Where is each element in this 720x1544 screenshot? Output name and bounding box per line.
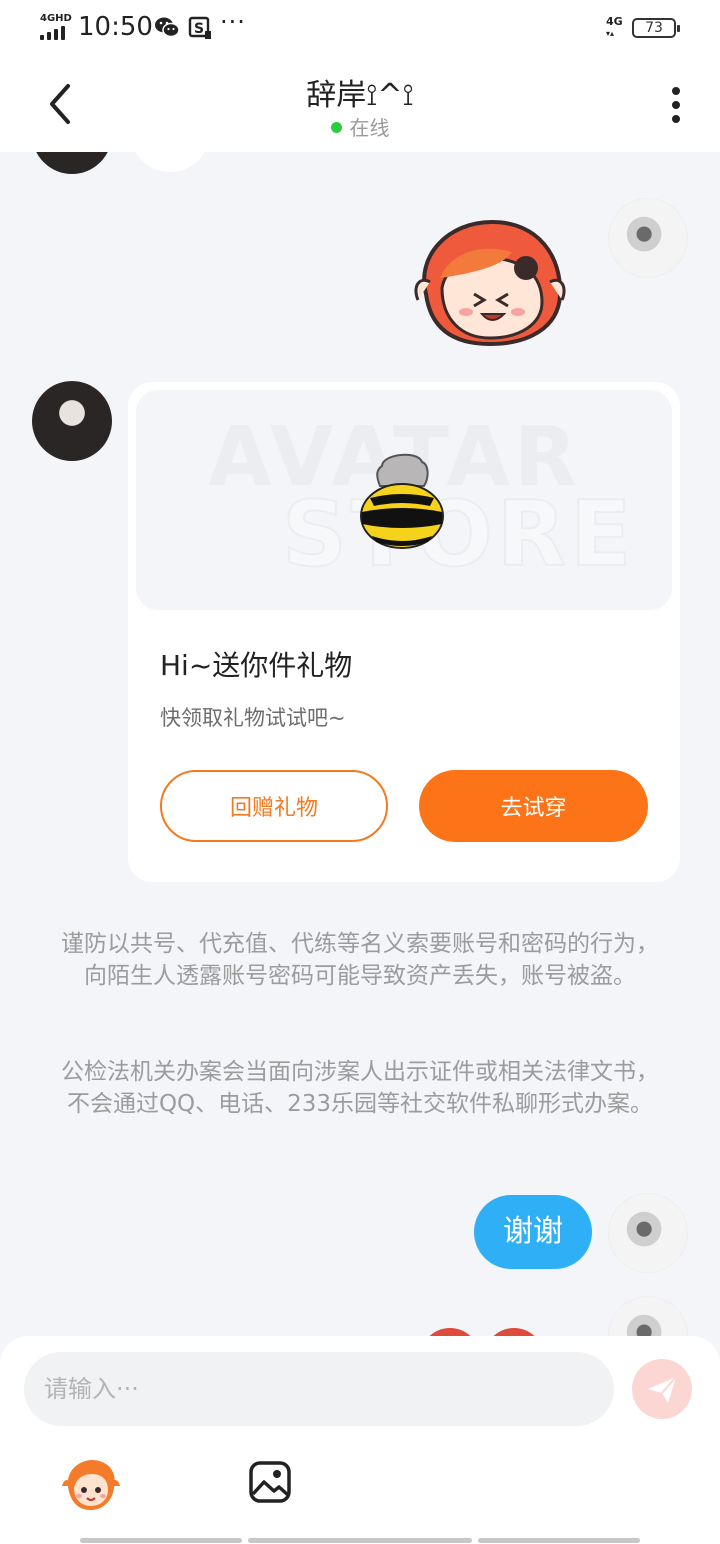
nav-bar — [248, 1538, 472, 1543]
message-input[interactable] — [24, 1352, 614, 1426]
chat-header: 辞岸⟟^⟟ 在线 — [0, 56, 720, 152]
my-avatar[interactable] — [608, 198, 688, 278]
gift-subtitle: 快领取礼物试试吧~ — [160, 706, 346, 730]
more-options-button[interactable] — [664, 84, 688, 126]
sticker-icon[interactable] — [62, 1456, 120, 1512]
safety-notice: 谨防以共号、代充值、代练等名义索要账号和密码的行为，向陌生人透露账号密码可能导致… — [61, 931, 659, 989]
gift-banner: AVATAR STORE — [136, 390, 672, 610]
app-notification-icon: S — [188, 16, 211, 39]
more-notifications: ··· — [220, 8, 246, 36]
composer — [0, 1336, 720, 1544]
clock: 10:50 — [78, 12, 153, 42]
status-bar: 4GHD 10:50 S ··· 4G ▾▴ 73 — [0, 0, 720, 56]
svg-text:S: S — [194, 21, 204, 37]
online-dot — [330, 122, 342, 133]
network-type: 4GHD — [40, 13, 72, 24]
nav-bar — [80, 1538, 242, 1543]
signal-icon — [40, 26, 70, 40]
banner-watermark: STORE — [281, 481, 636, 588]
contact-avatar[interactable] — [32, 381, 112, 461]
bee-gift-item — [360, 453, 444, 549]
message-bubble-partial — [130, 152, 210, 172]
try-on-button[interactable]: 去试穿 — [419, 770, 648, 842]
nav-bar — [478, 1538, 640, 1543]
image-icon[interactable] — [248, 1460, 292, 1504]
gift-title: Hi~送你件礼物 — [160, 649, 353, 682]
presence-label: 在线 — [349, 116, 390, 140]
sticker-partial — [420, 1328, 480, 1336]
my-avatar[interactable] — [608, 1193, 688, 1273]
chat-title: 辞岸⟟^⟟ — [306, 78, 414, 113]
safety-notice: 公检法机关办案会当面向涉案人出示证件或相关法律文书，不会通过QQ、电话、233乐… — [61, 1059, 659, 1117]
my-avatar[interactable] — [608, 1296, 688, 1336]
gift-card: AVATAR STORE Hi~送你件礼物 快领取礼物试试吧~ 回赠礼物 去试穿 — [128, 382, 680, 882]
chat-message-list[interactable]: AVATAR STORE Hi~送你件礼物 快领取礼物试试吧~ 回赠礼物 去试穿… — [0, 152, 720, 1336]
battery-icon: 73 — [632, 18, 680, 38]
mobile-data-icon: 4G ▾▴ — [606, 15, 623, 38]
presence-status: 在线 — [0, 112, 720, 141]
return-gift-button[interactable]: 回赠礼物 — [160, 770, 388, 842]
send-button[interactable] — [632, 1359, 692, 1419]
paper-plane-icon — [648, 1376, 677, 1403]
wechat-icon — [155, 17, 180, 38]
character-sticker — [414, 219, 566, 346]
message-bubble-outgoing[interactable]: 谢谢 — [474, 1195, 592, 1269]
contact-avatar[interactable] — [32, 152, 112, 174]
sticker-partial — [484, 1328, 544, 1336]
